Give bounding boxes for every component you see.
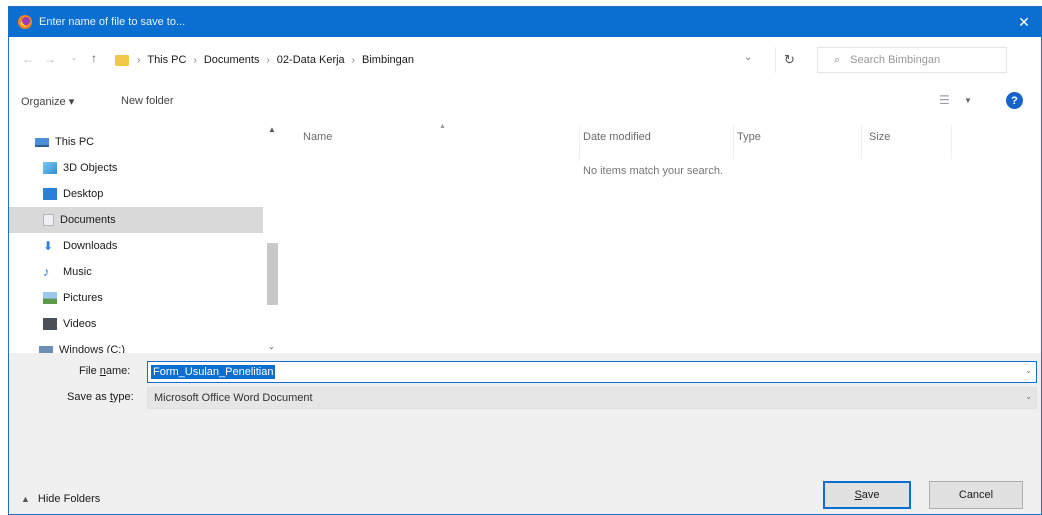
nav-item-documents[interactable]: Documents	[9, 207, 263, 233]
window-title: Enter name of file to save to...	[39, 16, 186, 28]
save-dialog: Enter name of file to save to... ✕ ← → ⌄…	[8, 6, 1042, 515]
nav-item-3d-objects[interactable]: 3D Objects	[9, 155, 263, 181]
videos-icon	[43, 318, 57, 330]
column-header-type[interactable]: Type	[737, 131, 761, 143]
address-bar[interactable]: › This PC › Documents › 02-Data Kerja › …	[115, 49, 775, 71]
forward-arrow-icon[interactable]: →	[41, 52, 59, 66]
column-divider[interactable]	[733, 125, 734, 159]
refresh-icon: ↻	[784, 52, 795, 67]
view-dropdown-icon[interactable]: ▼	[964, 96, 972, 105]
breadcrumb-documents[interactable]: Documents	[204, 54, 260, 66]
back-arrow-icon[interactable]: ←	[19, 52, 37, 66]
sort-caret-icon: ▲	[439, 123, 446, 130]
scrollbar-thumb[interactable]	[267, 243, 278, 305]
nav-item-pictures[interactable]: Pictures	[9, 285, 263, 311]
breadcrumb-this-pc[interactable]: This PC	[147, 54, 186, 66]
save-type-select[interactable]: Microsoft Office Word Document ⌄	[147, 387, 1037, 409]
music-icon: ♪	[43, 264, 50, 279]
nav-scrollbar[interactable]: ▲ ⌄	[265, 123, 279, 353]
column-divider[interactable]	[861, 125, 862, 159]
breadcrumb-data-kerja[interactable]: 02-Data Kerja	[277, 54, 345, 66]
nav-item-videos[interactable]: Videos	[9, 311, 263, 337]
address-row: ← → ⌄ ↑ › This PC › Documents › 02-Data …	[9, 37, 1041, 81]
column-divider[interactable]	[951, 125, 952, 159]
chevron-right-icon[interactable]: ›	[352, 55, 355, 66]
save-form-area: File name: Form_Usulan_Penelitian ⌄ Save…	[9, 353, 1041, 514]
file-list: ▲ Name Date modified Type Size No items …	[281, 123, 1041, 353]
save-button[interactable]: Save	[823, 481, 911, 509]
address-dropdown-icon[interactable]: ⌄	[744, 52, 752, 63]
documents-icon	[43, 214, 54, 226]
column-header-date-modified[interactable]: Date modified	[583, 131, 651, 143]
column-header-size[interactable]: Size	[869, 131, 890, 143]
chevron-right-icon[interactable]: ›	[137, 55, 140, 66]
new-folder-button[interactable]: New folder	[121, 95, 174, 107]
scroll-down-icon[interactable]: ⌄	[268, 342, 275, 351]
firefox-app-icon	[18, 15, 32, 29]
title-bar: Enter name of file to save to... ✕	[9, 7, 1041, 37]
cancel-button[interactable]: Cancel	[929, 481, 1023, 509]
search-input[interactable]: ⌕ Search Bimbingan	[817, 47, 1007, 73]
view-options-icon[interactable]: ☰	[939, 93, 950, 107]
column-header-name[interactable]: Name	[303, 131, 332, 143]
pc-icon	[35, 137, 49, 147]
chevron-right-icon[interactable]: ›	[193, 55, 196, 66]
cube-icon	[43, 162, 57, 174]
nav-item-music[interactable]: ♪ Music	[9, 259, 263, 285]
save-type-value: Microsoft Office Word Document	[154, 392, 313, 404]
column-divider[interactable]	[579, 125, 580, 159]
drive-icon	[39, 346, 53, 353]
navigation-pane: This PC 3D Objects Desktop Documents ⬇ D…	[9, 123, 279, 353]
chevron-down-icon[interactable]: ⌄	[1025, 366, 1032, 375]
search-placeholder: Search Bimbingan	[850, 54, 941, 66]
download-icon: ⬇	[43, 239, 54, 253]
up-arrow-icon[interactable]: ↑	[85, 51, 103, 65]
help-icon[interactable]: ?	[1006, 92, 1023, 109]
desktop-icon	[43, 188, 57, 200]
breadcrumb-bimbingan[interactable]: Bimbingan	[362, 54, 414, 66]
folder-icon	[115, 54, 129, 66]
save-type-label: Save as type:	[67, 391, 134, 403]
chevron-up-icon: ▲	[21, 494, 30, 504]
chevron-down-icon[interactable]: ⌄	[1025, 392, 1032, 401]
nav-item-downloads[interactable]: ⬇ Downloads	[9, 233, 263, 259]
refresh-button[interactable]: ↻	[775, 47, 803, 73]
nav-item-this-pc[interactable]: This PC	[9, 129, 263, 155]
file-name-input[interactable]: Form_Usulan_Penelitian ⌄	[147, 361, 1037, 383]
nav-item-windows-c[interactable]: Windows (C:)	[9, 337, 263, 353]
search-icon: ⌕	[834, 53, 841, 66]
empty-message: No items match your search.	[583, 165, 723, 177]
chevron-right-icon[interactable]: ›	[266, 55, 269, 66]
command-bar: Organize ▾ New folder ☰ ▼ ?	[9, 87, 1041, 117]
nav-item-desktop[interactable]: Desktop	[9, 181, 263, 207]
pictures-icon	[43, 292, 57, 304]
organize-button[interactable]: Organize ▾	[21, 95, 74, 108]
file-name-value: Form_Usulan_Penelitian	[151, 365, 276, 379]
hide-folders-button[interactable]: ▲ Hide Folders	[21, 493, 100, 505]
close-button[interactable]: ✕	[1007, 7, 1041, 37]
close-icon: ✕	[1018, 13, 1030, 30]
hide-folders-label: Hide Folders	[37, 493, 101, 505]
scroll-up-icon[interactable]: ▲	[268, 125, 276, 134]
file-name-label: File name:	[79, 365, 131, 377]
recent-dropdown-icon[interactable]: ⌄	[65, 53, 83, 62]
